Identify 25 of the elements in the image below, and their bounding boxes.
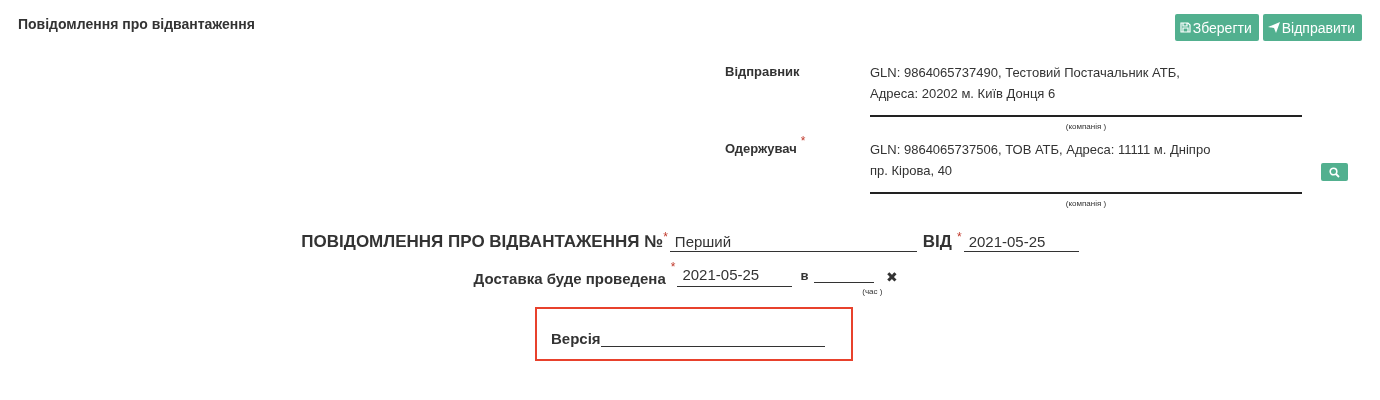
- required-mark: *: [670, 260, 676, 274]
- floppy-icon: [1179, 22, 1191, 33]
- date-field[interactable]: 2021-05-25: [963, 233, 1079, 252]
- version-label: Версія: [551, 330, 601, 347]
- clear-button[interactable]: ✖: [886, 269, 899, 285]
- page-title: Повідомлення про відвантаження: [18, 16, 255, 32]
- party-label: Одержувач: [725, 140, 797, 156]
- search-icon: [1329, 166, 1340, 178]
- party-field[interactable]: GLN: 9864065737490, Тестовий Постачальник АТБ, Адреса: 20202 м. Київ Донця 6: [870, 58, 1302, 117]
- required-mark: *: [663, 230, 668, 244]
- required-mark: *: [956, 230, 962, 244]
- field-caption: (компанія ): [1065, 199, 1107, 208]
- search-button[interactable]: [1321, 163, 1348, 181]
- field-caption: (компанія ): [1065, 122, 1107, 131]
- time-label: в: [800, 268, 809, 283]
- number-field[interactable]: Перший: [669, 233, 917, 252]
- paper-plane-icon: [1267, 22, 1280, 33]
- delivery-date-field[interactable]: 2021-05-25: [677, 266, 793, 287]
- party-field[interactable]: GLN: 9864065737506, ТОВ АТБ, Адреса: 11111 м. Дніпро пр. Кірова, 40: [870, 135, 1302, 194]
- party-label: Відправник: [725, 63, 800, 79]
- required-mark: *: [800, 135, 806, 147]
- delivery-label: Доставка буде проведена: [473, 270, 666, 287]
- form-heading: ПОВІДОМЛЕННЯ ПРО ВІДВАНТАЖЕННЯ №: [301, 232, 664, 252]
- date-label: ВІД: [922, 232, 952, 252]
- field-caption: (час ): [862, 287, 883, 296]
